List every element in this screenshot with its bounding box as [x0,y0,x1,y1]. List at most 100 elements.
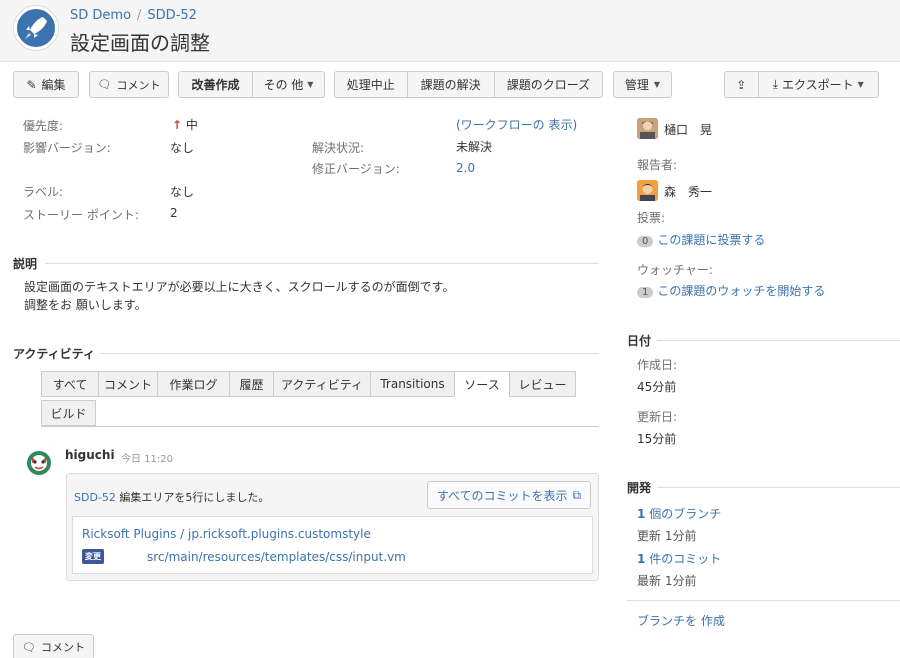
all-commits-button[interactable]: すべてのコミットを表示 ⧉ [427,481,591,509]
tab-source[interactable]: ソース [454,371,510,397]
updated-label: 更新日: [637,410,678,424]
dates-divider [657,340,900,341]
commit-detail [72,516,593,574]
watch-link[interactable]: この課題のウォッチを開始する [657,284,825,298]
priority-value: ↑ 中 [172,116,198,133]
resolution-value: 未解決 [456,140,493,154]
user-avatar [23,445,55,477]
commit-message: SDD-52 編集エリアを5行にしました。 [74,489,269,505]
create-branch-divider [627,600,900,601]
development-heading: 開発 [627,481,652,495]
branch-count: 1 [637,507,646,521]
project-avatar[interactable] [14,6,58,50]
reporter-label: 報告者: [637,158,678,172]
share-button[interactable]: ⇪ [725,72,759,97]
export-dropdown-label: エクスポート [782,78,854,92]
reporter-link[interactable]: 森 秀一 [664,183,712,200]
download-icon: ⤓ [772,77,779,91]
tab-activity[interactable]: アクティビティ [273,371,371,397]
priority-label: 優先度: [23,119,64,133]
affects-version-value: なし [170,141,195,155]
fix-version-link[interactable]: 2.0 [456,161,475,175]
votes-count-badge: 0 [637,236,654,247]
watchers-count-badge: 1 [637,287,654,298]
priority-value-text: 中 [185,118,198,132]
tab-transitions[interactable]: Transitions [370,371,455,397]
votes-label: 投票: [637,211,666,225]
affects-version-label: 影響バージョン: [23,141,111,155]
mascot-icon [23,445,55,477]
assignee-avatar [637,118,658,139]
export-group: ⇪ ⤓ エクスポート ▼ [724,71,879,98]
arrow-up-icon: ↑ [172,118,183,132]
issue-header: SD Demo / SDD-52 設定画面の調整 [0,0,900,62]
tab-history[interactable]: 履歴 [229,371,274,397]
rocket-icon [25,17,47,39]
person-icon [637,180,658,201]
all-commits-label: すべてのコミットを表示 [436,488,568,503]
development-divider [657,487,900,488]
workflow-group: 改善作成 その 他 ▼ [178,71,325,98]
resolve-issue-button[interactable]: 課題の解決 [408,72,495,97]
comment-button[interactable]: 🗨 コメント [89,71,169,98]
description-divider [45,263,599,264]
bottom-comment-button[interactable]: 🗨 コメント [13,634,94,658]
activity-divider [100,353,599,354]
story-points-label: ストーリー ポイント: [23,208,139,222]
created-value: 45分前 [637,380,677,394]
commits-link[interactable]: 1 件のコミット [637,550,721,567]
description-line-2: 調整をお 願いします。 [24,298,147,312]
activity-user-link[interactable]: higuchi [65,448,115,462]
breadcrumb-project-link[interactable]: SD Demo [70,8,131,23]
resolution-label: 解決状況: [312,141,365,155]
speech-bubble-icon: 🗨 [22,640,36,654]
repository-link[interactable]: Ricksoft Plugins / jp.ricksoft.plugins.c… [82,527,371,541]
speech-bubble-icon: 🗨 [97,78,112,91]
commit-latest: 最新 1分前 [637,574,697,588]
stop-progress-button[interactable]: 処理中止 [335,72,408,97]
improve-button[interactable]: 改善作成 [179,72,253,97]
updated-value: 15分前 [637,432,677,446]
chevron-down-icon: ▼ [857,80,864,89]
tab-all[interactable]: すべて [41,371,99,397]
external-link-icon: ⧉ [572,487,582,502]
branch-text: 個のブランチ [649,507,722,521]
labels-label: ラベル: [23,185,64,199]
watchers-row: 1 この課題のウォッチを開始する [637,282,825,299]
tab-build[interactable]: ビルド [41,400,96,426]
close-issue-button[interactable]: 課題のクローズ [495,72,602,97]
other-dropdown[interactable]: その 他 ▼ [253,72,324,97]
tab-review[interactable]: レビュー [509,371,576,397]
edit-button[interactable]: ✎ 編集 [13,71,79,98]
activity-heading: アクティビティ [13,347,95,361]
tab-worklog[interactable]: 作業ログ [157,371,230,397]
export-dropdown[interactable]: ⤓ エクスポート ▼ [759,72,878,97]
comment-button-label: コメント [116,78,161,92]
vote-link[interactable]: この課題に投票する [657,233,765,247]
assignee-link[interactable]: 樋口 晃 [664,121,712,138]
breadcrumb-separator: / [137,8,142,23]
branches-link[interactable]: 1 個のブランチ [637,505,721,522]
page-title: 設定画面の調整 [70,31,210,55]
commit-text: 件のコミット [649,552,722,566]
admin-dropdown[interactable]: 管理 ▼ [613,71,672,98]
pencil-icon: ✎ [26,77,37,92]
transition-group: 処理中止 課題の解決 課題のクローズ [334,71,603,98]
workflow-view-link[interactable]: (ワークフローの 表示) [456,116,577,133]
chevron-down-icon: ▼ [307,80,314,89]
story-points-value: 2 [170,206,178,220]
branch-updated: 更新 1分前 [637,529,697,543]
commit-count: 1 [637,552,646,566]
votes-row: 0 この課題に投票する [637,231,765,248]
created-label: 作成日: [637,358,678,372]
changed-file-link[interactable]: src/main/resources/templates/css/input.v… [147,550,406,564]
description-heading: 説明 [13,257,38,271]
tab-comments[interactable]: コメント [98,371,158,397]
commit-issue-link[interactable]: SDD-52 [74,491,116,504]
activity-timestamp: 今日 11:20 [121,454,173,465]
description-line-1: 設定画面のテキストエリアが必要以上に大きく、スクロールするのが面倒です。 [24,280,455,294]
edit-button-label: 編集 [41,78,66,92]
breadcrumb-issue-link[interactable]: SDD-52 [147,8,197,23]
create-branch-link[interactable]: ブランチを 作成 [637,612,725,629]
commit-message-text: 編集エリアを5行にしました。 [119,491,270,504]
